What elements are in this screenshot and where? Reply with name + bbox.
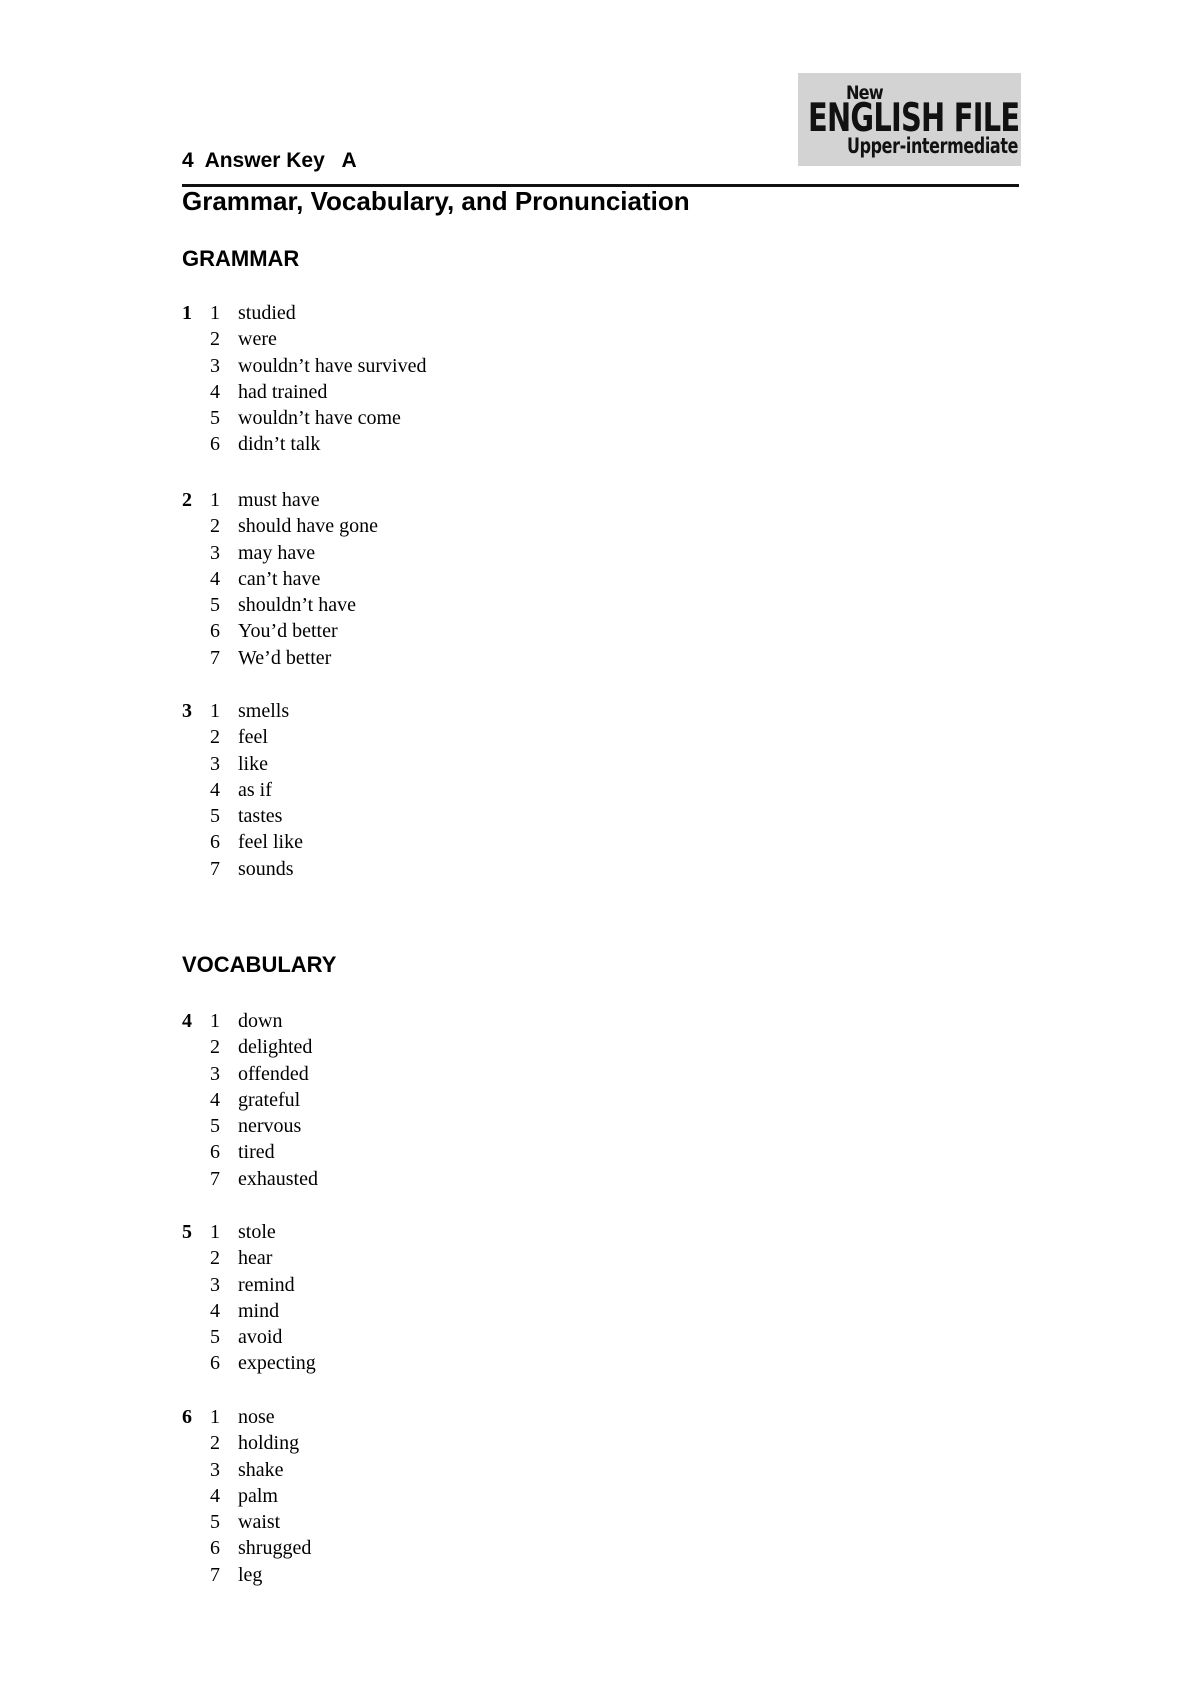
- answer-text: down: [238, 1010, 283, 1032]
- item-number: 6: [210, 620, 220, 643]
- item-number: 3: [210, 752, 220, 775]
- item-number: 7: [210, 857, 220, 880]
- answer-text: may have: [238, 541, 316, 564]
- item-number: 2: [210, 1432, 220, 1455]
- exercise-number: 1: [182, 302, 192, 324]
- item-number: 4: [210, 778, 220, 801]
- exercise-number: 5: [182, 1221, 192, 1243]
- answer-text: feel: [238, 726, 268, 749]
- item-number: 3: [210, 1273, 220, 1296]
- answer-text: like: [238, 752, 268, 775]
- exercise-number: 2: [182, 489, 192, 511]
- answer-text: studied: [238, 302, 296, 324]
- answer-text: smells: [238, 700, 290, 722]
- answer-text: didn’t talk: [238, 433, 321, 456]
- item-number: 1: [210, 1406, 220, 1428]
- item-number: 2: [210, 328, 220, 351]
- answer-text: We’d better: [238, 646, 332, 669]
- item-number: 5: [210, 1326, 220, 1349]
- answer-text: nose: [238, 1406, 275, 1428]
- answer-text: grateful: [238, 1088, 301, 1111]
- item-number: 3: [210, 1062, 220, 1085]
- item-number: 6: [210, 433, 220, 456]
- answer-text: wouldn’t have survived: [238, 354, 427, 377]
- answer-text: offended: [238, 1062, 309, 1085]
- item-number: 6: [210, 1141, 220, 1164]
- answer-text: were: [238, 328, 277, 351]
- item-number: 4: [210, 567, 220, 590]
- answer-text: expecting: [238, 1352, 316, 1375]
- item-number: 7: [210, 1563, 220, 1586]
- item-number: 4: [210, 1088, 220, 1111]
- item-number: 3: [210, 354, 220, 377]
- answer-text: shrugged: [238, 1537, 312, 1560]
- item-number: 2: [210, 1036, 220, 1059]
- item-number: 1: [210, 302, 220, 324]
- item-number: 3: [210, 1458, 220, 1481]
- item-number: 2: [210, 1247, 220, 1270]
- answer-text: tastes: [238, 805, 283, 828]
- answer-text: can’t have: [238, 567, 321, 590]
- item-number: 3: [210, 541, 220, 564]
- item-number: 6: [210, 1537, 220, 1560]
- vocabulary-heading: VOCABULARY: [182, 952, 337, 977]
- answer-text: should have gone: [238, 515, 378, 538]
- item-number: 5: [210, 1511, 220, 1534]
- exercise-number: 4: [182, 1010, 192, 1032]
- publisher-logo: New ENGLISH FILE Upper-intermediate: [798, 73, 1021, 166]
- item-number: 5: [210, 594, 220, 617]
- item-number: 5: [210, 1115, 220, 1138]
- answer-text: delighted: [238, 1036, 313, 1059]
- answer-text: exhausted: [238, 1167, 318, 1190]
- page-title: 4 Answer Key A: [182, 149, 357, 172]
- answer-text: stole: [238, 1221, 276, 1243]
- item-number: 1: [210, 1221, 220, 1243]
- answer-text: leg: [238, 1563, 263, 1586]
- exercise-number: 6: [182, 1406, 192, 1428]
- item-number: 4: [210, 380, 220, 403]
- item-number: 6: [210, 1352, 220, 1375]
- logo-line-level: Upper-intermediate: [847, 134, 1019, 158]
- item-number: 5: [210, 407, 220, 430]
- item-number: 6: [210, 831, 220, 854]
- item-number: 2: [210, 726, 220, 749]
- answer-text: remind: [238, 1273, 295, 1296]
- exercise-number: 3: [182, 700, 192, 722]
- item-number: 7: [210, 646, 220, 669]
- answer-text: as if: [238, 778, 272, 801]
- item-number: 4: [210, 1299, 220, 1322]
- answer-text: hear: [238, 1247, 273, 1270]
- item-number: 1: [210, 1010, 220, 1032]
- answer-text: tired: [238, 1141, 275, 1164]
- answer-text: avoid: [238, 1326, 283, 1349]
- item-number: 2: [210, 515, 220, 538]
- answer-text: waist: [238, 1511, 281, 1534]
- answer-text: holding: [238, 1432, 300, 1455]
- answer-text: shake: [238, 1458, 284, 1481]
- answer-text: had trained: [238, 380, 328, 403]
- item-number: 7: [210, 1167, 220, 1190]
- page-subtitle: Grammar, Vocabulary, and Pronunciation: [182, 186, 690, 216]
- answer-text: feel like: [238, 831, 303, 854]
- item-number: 1: [210, 700, 220, 722]
- answer-text: mind: [238, 1299, 280, 1322]
- answer-text: must have: [238, 489, 320, 511]
- item-number: 5: [210, 805, 220, 828]
- answer-text: You’d better: [238, 620, 338, 643]
- grammar-heading: GRAMMAR: [182, 246, 300, 271]
- answer-text: sounds: [238, 857, 294, 880]
- answer-text: palm: [238, 1484, 278, 1507]
- answer-text: nervous: [238, 1115, 302, 1138]
- item-number: 1: [210, 489, 220, 511]
- item-number: 4: [210, 1484, 220, 1507]
- logo-line-title: ENGLISH FILE: [808, 96, 1020, 141]
- answer-text: wouldn’t have come: [238, 407, 401, 430]
- answer-text: shouldn’t have: [238, 594, 356, 617]
